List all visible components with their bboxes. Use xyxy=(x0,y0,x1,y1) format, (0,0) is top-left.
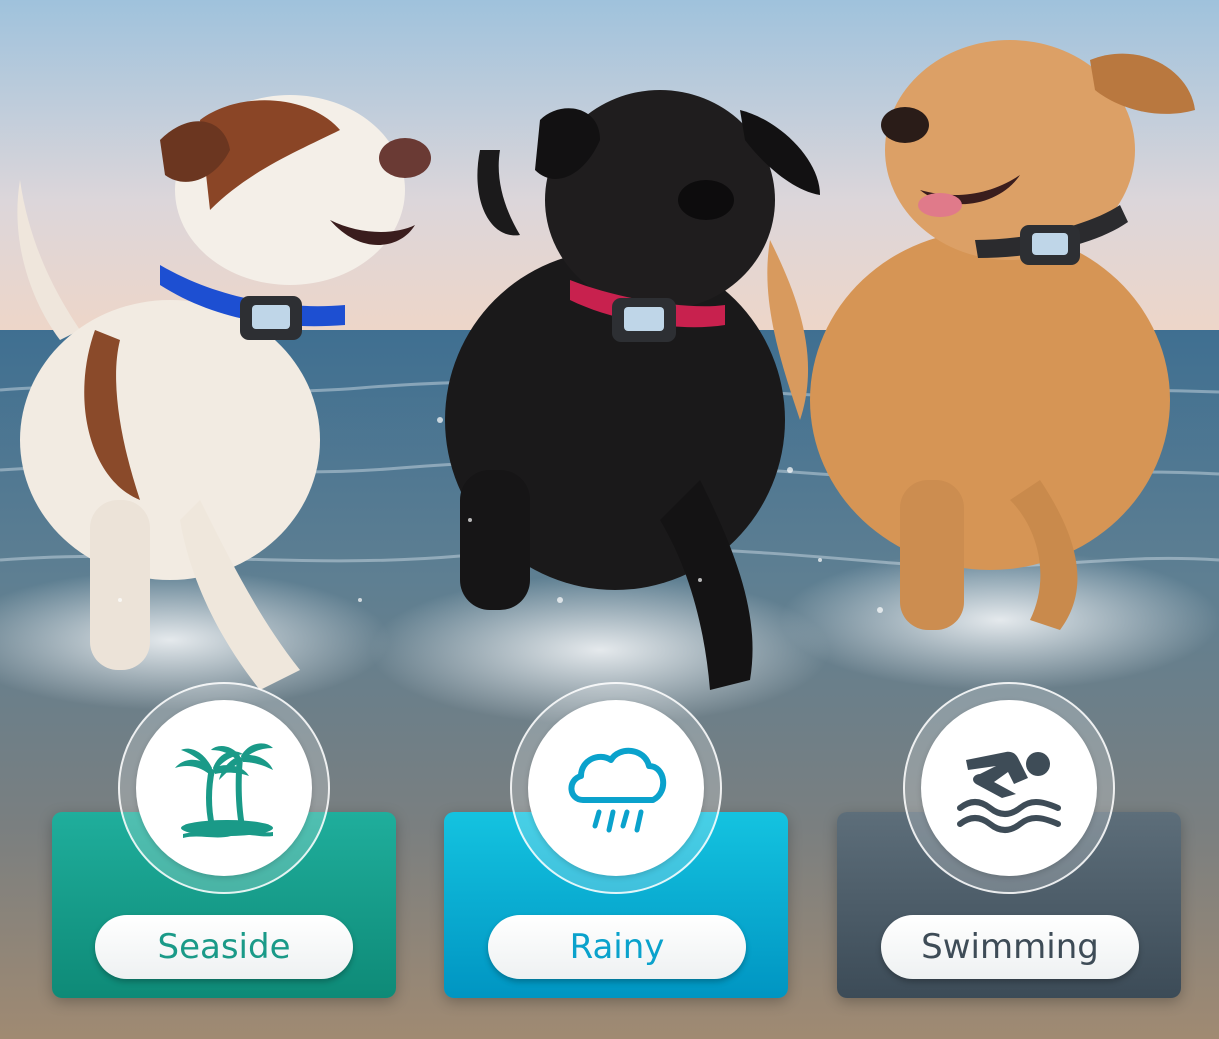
swimmer-icon xyxy=(957,751,1061,833)
swimming-icon-ring xyxy=(903,682,1115,894)
swimming-label: Swimming xyxy=(881,915,1139,979)
rainy-label: Rainy xyxy=(488,915,746,979)
product-scene: Seaside Rainy Swimming xyxy=(0,0,1219,1039)
rainy-icon-disc xyxy=(528,700,704,876)
palm-island-icon xyxy=(175,743,273,838)
seaside-icon-ring xyxy=(118,682,330,894)
rain-cloud-icon xyxy=(568,748,666,833)
seaside-icon-disc xyxy=(136,700,312,876)
seaside-label: Seaside xyxy=(95,915,353,979)
rainy-icon-ring xyxy=(510,682,722,894)
splash-right xyxy=(780,550,1219,690)
swimming-icon-disc xyxy=(921,700,1097,876)
